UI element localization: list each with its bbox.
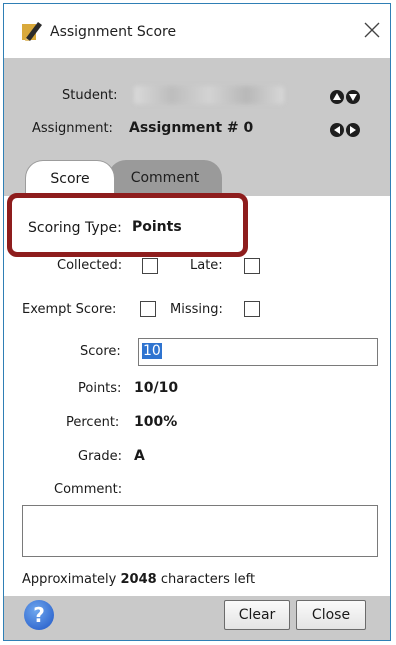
exempt-score-label: Exempt Score:	[22, 302, 117, 317]
right-arrow-icon[interactable]	[346, 123, 360, 137]
missing-label: Missing:	[170, 302, 223, 317]
up-arrow-icon[interactable]	[330, 90, 344, 104]
percent-value: 100%	[134, 414, 178, 430]
left-arrow-icon[interactable]	[330, 123, 344, 137]
assignment-value: Assignment # 0	[129, 120, 254, 136]
chars-left-prefix: Approximately	[22, 572, 117, 587]
down-arrow-icon[interactable]	[346, 90, 360, 104]
tab-comment[interactable]: Comment	[108, 160, 222, 194]
chars-left-count: 2048	[120, 572, 157, 587]
points-label: Points:	[78, 381, 122, 396]
help-icon[interactable]: ?	[24, 600, 54, 630]
close-icon[interactable]	[362, 20, 382, 40]
percent-label: Percent:	[66, 415, 120, 430]
pencil-app-icon	[22, 22, 42, 41]
exempt-score-checkbox[interactable]	[140, 301, 156, 317]
characters-left: Approximately 2048 characters left	[22, 572, 255, 587]
missing-checkbox[interactable]	[244, 301, 260, 317]
chars-left-suffix: characters left	[160, 572, 256, 587]
assignment-label: Assignment:	[32, 121, 113, 136]
student-name-blurred	[134, 86, 284, 104]
collected-label: Collected:	[57, 258, 123, 273]
score-label: Score:	[80, 344, 121, 359]
late-checkbox[interactable]	[244, 258, 260, 274]
student-label: Student:	[62, 88, 118, 103]
title-bar: Assignment Score	[4, 4, 390, 58]
window-title: Assignment Score	[50, 24, 177, 40]
score-input[interactable]: 10	[138, 338, 378, 366]
highlight-annotation	[7, 193, 248, 257]
points-value: 10/10	[134, 380, 179, 396]
comment-label: Comment:	[54, 482, 123, 497]
tab-score[interactable]: Score	[25, 160, 115, 194]
close-button[interactable]: Close	[296, 600, 366, 630]
clear-button[interactable]: Clear	[224, 600, 290, 630]
score-input-value: 10	[142, 343, 162, 359]
comment-textarea[interactable]	[22, 505, 378, 557]
grade-value: A	[134, 448, 145, 464]
collected-checkbox[interactable]	[142, 258, 158, 274]
late-label: Late:	[190, 258, 223, 273]
grade-label: Grade:	[78, 449, 123, 464]
